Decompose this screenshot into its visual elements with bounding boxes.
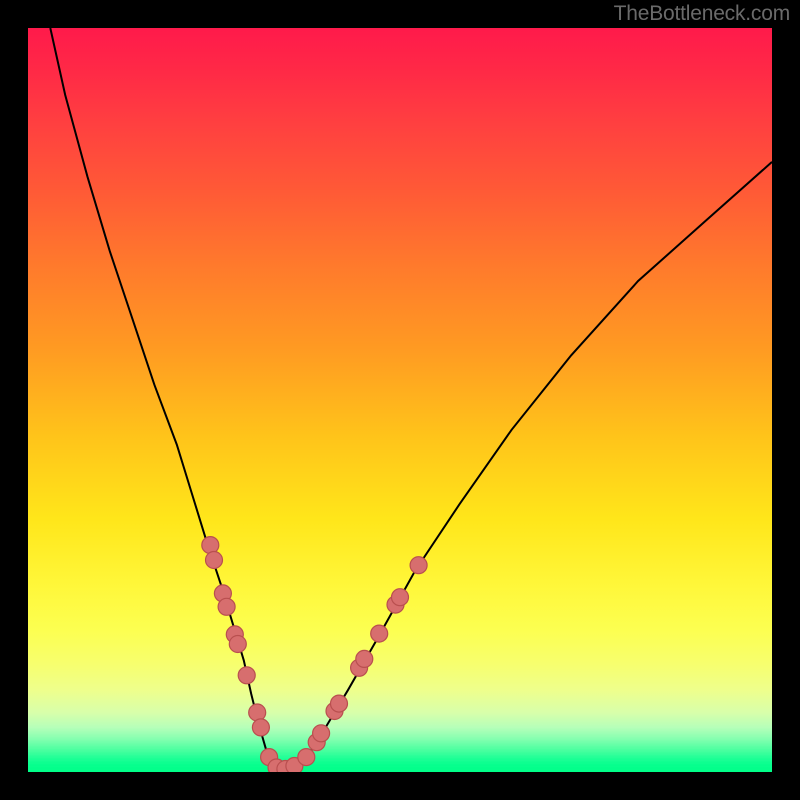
- highlight-dot: [249, 704, 266, 721]
- highlight-dot: [238, 667, 255, 684]
- highlight-dot: [229, 636, 246, 653]
- highlight-dot: [331, 695, 348, 712]
- chart-svg: [28, 28, 772, 772]
- highlight-dot: [371, 625, 388, 642]
- highlight-dot: [313, 725, 330, 742]
- bottleneck-curve-line: [50, 28, 772, 771]
- highlight-dot: [206, 552, 223, 569]
- highlight-dot: [202, 537, 219, 554]
- highlight-dot: [392, 589, 409, 606]
- highlight-dot: [356, 650, 373, 667]
- chart-frame: TheBottleneck.com: [0, 0, 800, 800]
- highlight-dots-group: [202, 537, 427, 772]
- highlight-dot: [298, 749, 315, 766]
- highlight-dot: [252, 719, 269, 736]
- highlight-dot: [218, 598, 235, 615]
- watermark-text: TheBottleneck.com: [614, 2, 790, 26]
- plot-area: [28, 28, 772, 772]
- highlight-dot: [410, 557, 427, 574]
